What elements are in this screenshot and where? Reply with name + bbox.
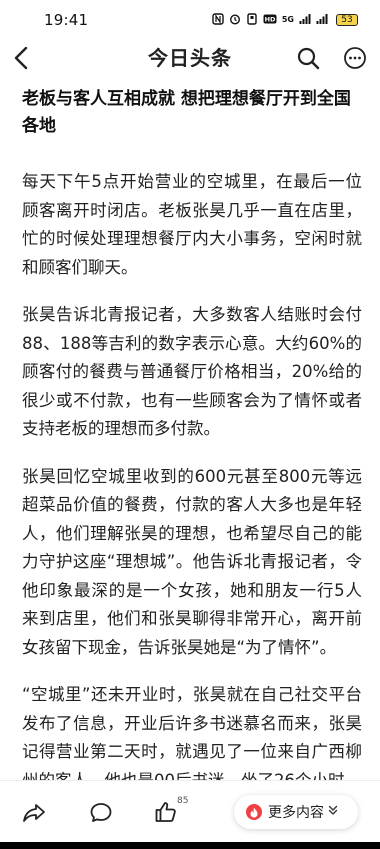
signal-icon [316,13,328,27]
article-paragraph: 每天下午5点开始营业的空城里，在最后一位顾客离开时闭店。老板张昊几乎一直在店里，… [22,172,362,277]
status-bar: 19:41 HD 5G 53 [0,0,380,40]
chevron-double-down-icon [328,805,338,819]
article-paragraph: 张昊告诉北青报记者，大多数客人结账时会付88、188等吉利的数字表示心意。大约6… [22,305,362,438]
svg-text:HD: HD [264,16,275,24]
nfc-icon [212,13,224,27]
status-time: 19:41 [44,11,89,29]
signal-icon [299,13,311,27]
article-body: 老板与客人互相成就 想把理想餐厅开到全国各地 每天下午5点开始营业的空城里，在最… [22,86,362,814]
more-button[interactable] [343,46,367,70]
share-button[interactable] [22,801,46,825]
chevron-left-icon [14,46,28,70]
thumbs-up-icon [155,802,176,822]
search-button[interactable] [296,46,320,70]
alarm-icon [229,13,241,27]
system-nav-bar [0,842,380,849]
more-icon [344,47,366,69]
network-label: 5G [281,15,294,24]
dnd-icon [246,13,258,27]
like-count: 85 [177,796,189,806]
back-button[interactable] [14,44,34,72]
more-content-button[interactable]: 更多内容 [234,795,358,829]
bottom-action-bar: 85 更多内容 [0,780,380,843]
article-page: 19:41 HD 5G 53 今日头条 老板与客人互相成就 想把理想餐厅开到全国… [0,0,380,849]
article-paragraph: “空城里”还未开业时，张昊就在自己社交平台发布了信息，开业后许多书迷慕名而来，张… [22,685,362,790]
more-content-label: 更多内容 [268,805,324,821]
comment-button[interactable] [89,801,113,825]
article-paragraph: 张昊回忆空城里收到的600元甚至800元等远超菜品价值的餐费，付款的客人大多也是… [22,466,362,657]
like-button[interactable] [154,800,178,824]
article-title: 老板与客人互相成就 想把理想餐厅开到全国各地 [22,89,351,136]
status-icons: HD 5G 53 [212,13,358,27]
comment-icon [90,803,112,822]
hd-icon: HD [263,13,277,27]
page-title: 今日头条 [148,46,232,70]
search-icon [297,47,320,70]
flame-icon [246,804,262,820]
app-header: 今日头条 [0,40,380,76]
battery-icon: 53 [336,14,358,26]
share-icon [23,804,45,822]
